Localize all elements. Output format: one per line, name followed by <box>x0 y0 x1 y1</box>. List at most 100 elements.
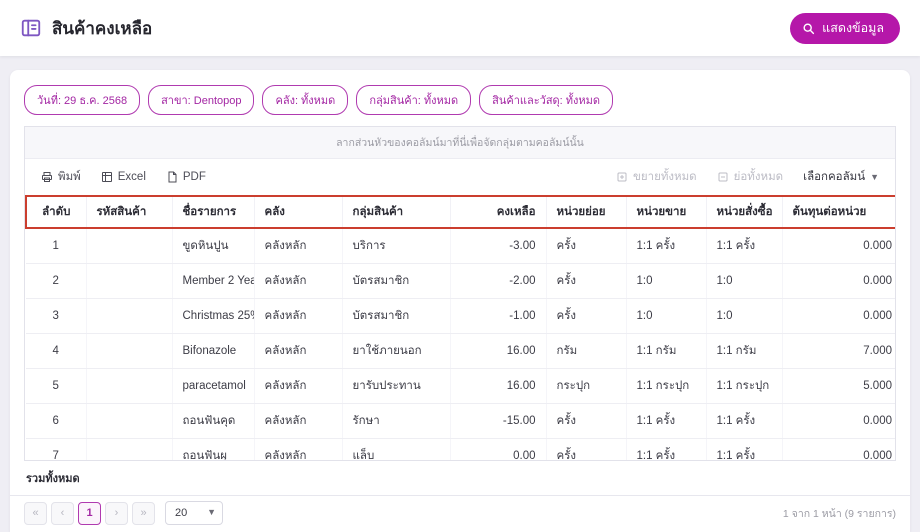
cell: -3.00 <box>450 228 546 264</box>
prev-page-button[interactable]: ‹ <box>51 502 74 525</box>
cell <box>86 369 172 404</box>
header-cell[interactable]: หน่วยสั่งซื้อ <box>706 196 782 228</box>
header-cell[interactable]: หน่วยย่อย <box>546 196 626 228</box>
table-row[interactable]: 6ถอนฟันคุดคลังหลักรักษา-15.00ครั้ง1:1 คร… <box>26 404 896 439</box>
cell: บัตรสมาชิก <box>342 299 450 334</box>
collapse-all-label: ย่อทั้งหมด <box>734 168 783 186</box>
collapse-all-button[interactable]: ย่อทั้งหมด <box>709 163 791 191</box>
cell: ถอนฟันผุ <box>172 439 254 462</box>
header-cell[interactable]: กลุ่มสินค้า <box>342 196 450 228</box>
cell: 16.00 <box>450 334 546 369</box>
search-icon <box>802 22 815 35</box>
table-row[interactable]: 2Member 2 Yearคลังหลักบัตรสมาชิก-2.00ครั… <box>26 264 896 299</box>
header-cell[interactable]: หน่วยขาย <box>626 196 706 228</box>
cell: 1:1 กระปุก <box>706 369 782 404</box>
cell: 5 <box>26 369 86 404</box>
pdf-export-button[interactable]: PDF <box>158 166 214 188</box>
table-row[interactable]: 1ขูดหินปูนคลังหลักบริการ-3.00ครั้ง1:1 คร… <box>26 228 896 264</box>
cell: 1:1 กรัม <box>706 334 782 369</box>
table-row[interactable]: 4Bifonazoleคลังหลักยาใช้ภายนอก16.00กรัม1… <box>26 334 896 369</box>
next-page-button[interactable]: › <box>105 502 128 525</box>
cell: ครั้ง <box>546 439 626 462</box>
cell: 1:1 ครั้ง <box>626 228 706 264</box>
header-cell[interactable]: คงเหลือ <box>450 196 546 228</box>
cell: 1:1 กระปุก <box>626 369 706 404</box>
table-row[interactable]: 7ถอนฟันผุคลังหลักแล็บ0.00ครั้ง1:1 ครั้ง1… <box>26 439 896 462</box>
cell <box>86 439 172 462</box>
page-size-select[interactable]: 20 <box>165 501 223 525</box>
choose-columns-button[interactable]: เลือกคอลัมน์ ▼ <box>795 163 887 191</box>
cell: ยารับประทาน <box>342 369 450 404</box>
cell: 1:1 กรัม <box>626 334 706 369</box>
cell: 1:1 ครั้ง <box>706 404 782 439</box>
cell: บริการ <box>342 228 450 264</box>
expand-all-label: ขยายทั้งหมด <box>633 168 697 186</box>
cell: 0.00 <box>450 439 546 462</box>
total-row: รวมทั้งหมด <box>10 461 910 495</box>
show-data-button[interactable]: แสดงข้อมูล <box>790 13 900 44</box>
filter-chip-product-group[interactable]: กลุ่มสินค้า: ทั้งหมด <box>356 85 471 115</box>
cell: 4 <box>26 334 86 369</box>
pager: « ‹ 1 › » 20 ▼ <box>24 501 223 525</box>
header-cell[interactable]: ชื่อรายการ <box>172 196 254 228</box>
cell: คลังหลัก <box>254 334 342 369</box>
cell: 1:1 ครั้ง <box>706 439 782 462</box>
cell: 3 <box>26 299 86 334</box>
grid-toolbar: พิมพ์ Excel PDF <box>25 159 895 195</box>
header-cell[interactable]: คลัง <box>254 196 342 228</box>
filter-chip-branch[interactable]: สาขา: Dentopop <box>148 85 254 115</box>
current-page-button[interactable]: 1 <box>78 502 101 525</box>
cell: ครั้ง <box>546 299 626 334</box>
excel-export-button[interactable]: Excel <box>93 166 154 188</box>
group-by-hint[interactable]: ลากส่วนหัวของคอลัมน์มาที่นี่เพื่อจัดกลุ่… <box>25 127 895 159</box>
cell: ยาใช้ภายนอก <box>342 334 450 369</box>
grid-view-buttons: ขยายทั้งหมด ย่อทั้งหมด เลือกคอลัมน์ ▼ <box>608 163 887 191</box>
header-cell[interactable]: ต้นทุนต่อหน่วย <box>782 196 896 228</box>
cell: ถอนฟันคุด <box>172 404 254 439</box>
first-page-button[interactable]: « <box>24 502 47 525</box>
cell: ครั้ง <box>546 404 626 439</box>
cell <box>86 334 172 369</box>
cell: กรัม <box>546 334 626 369</box>
cell: คลังหลัก <box>254 404 342 439</box>
title-wrap: สินค้าคงเหลือ <box>20 15 152 42</box>
cell: Member 2 Year <box>172 264 254 299</box>
cell: บัตรสมาชิก <box>342 264 450 299</box>
expand-all-icon <box>616 171 628 183</box>
cell: -1.00 <box>450 299 546 334</box>
filter-chips: วันที่: 29 ธ.ค. 2568 สาขา: Dentopop คลัง… <box>10 70 910 126</box>
filter-chip-product-material[interactable]: สินค้าและวัสดุ: ทั้งหมด <box>479 85 613 115</box>
cell: 2 <box>26 264 86 299</box>
cell: คลังหลัก <box>254 369 342 404</box>
cell: 0.000 <box>782 404 896 439</box>
cell: Christmas 25% <box>172 299 254 334</box>
table-row[interactable]: 5paracetamolคลังหลักยารับประทาน16.00กระป… <box>26 369 896 404</box>
cell: -15.00 <box>450 404 546 439</box>
expand-all-button[interactable]: ขยายทั้งหมด <box>608 163 705 191</box>
last-page-button[interactable]: » <box>132 502 155 525</box>
cell: 7.000 <box>782 334 896 369</box>
table-row[interactable]: 3Christmas 25%คลังหลักบัตรสมาชิก-1.00ครั… <box>26 299 896 334</box>
excel-icon <box>101 171 113 183</box>
stock-table: ลำดับรหัสสินค้าชื่อรายการคลังกลุ่มสินค้า… <box>25 195 896 461</box>
print-button[interactable]: พิมพ์ <box>33 163 89 191</box>
table-body: 1ขูดหินปูนคลังหลักบริการ-3.00ครั้ง1:1 คร… <box>26 228 896 461</box>
cell: Bifonazole <box>172 334 254 369</box>
cell: 5.000 <box>782 369 896 404</box>
collapse-all-icon <box>717 171 729 183</box>
cell <box>86 264 172 299</box>
inventory-panel-icon <box>20 17 42 39</box>
show-data-label: แสดงข้อมูล <box>822 18 884 38</box>
cell: คลังหลัก <box>254 439 342 462</box>
chevron-down-icon: ▼ <box>870 172 879 182</box>
header-cell[interactable]: รหัสสินค้า <box>86 196 172 228</box>
cell: 6 <box>26 404 86 439</box>
cell <box>86 299 172 334</box>
pdf-label: PDF <box>183 171 206 183</box>
filter-chip-date[interactable]: วันที่: 29 ธ.ค. 2568 <box>24 85 140 115</box>
pdf-icon <box>166 171 178 183</box>
header-cell[interactable]: ลำดับ <box>26 196 86 228</box>
filter-chip-warehouse[interactable]: คลัง: ทั้งหมด <box>262 85 348 115</box>
table-head-row: ลำดับรหัสสินค้าชื่อรายการคลังกลุ่มสินค้า… <box>26 196 896 228</box>
page-info-text: 1 จาก 1 หน้า (9 รายการ) <box>783 505 896 522</box>
